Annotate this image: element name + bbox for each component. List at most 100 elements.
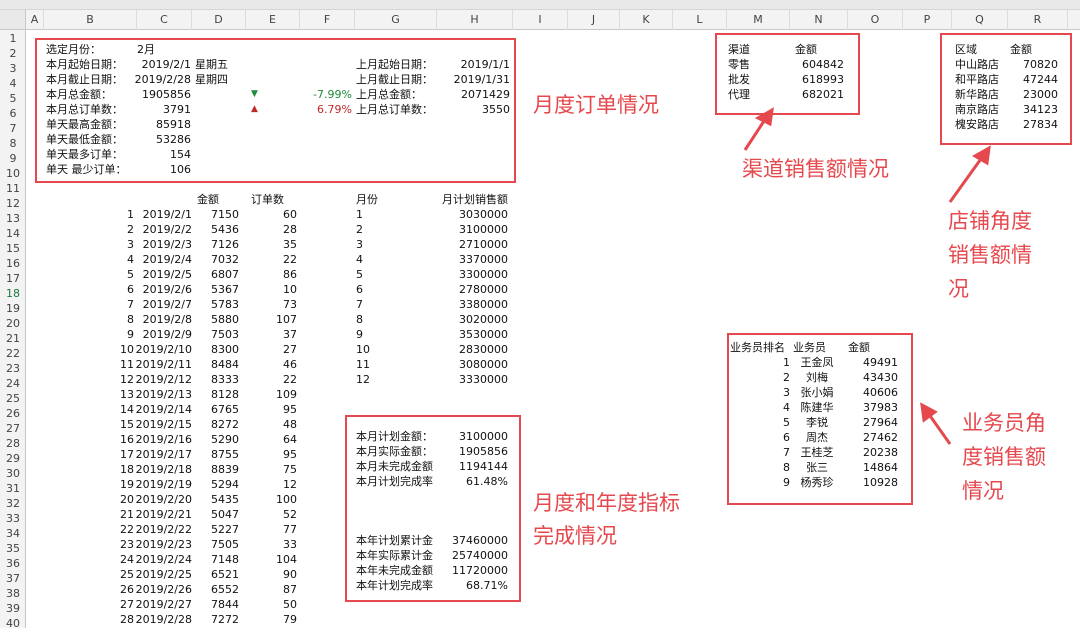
store-amount[interactable]: 23000: [1012, 87, 1058, 102]
end-date[interactable]: 2019/2/28: [125, 72, 191, 87]
daily-orders[interactable]: 48: [250, 417, 297, 432]
plan-month[interactable]: 5: [356, 267, 363, 282]
store-amount[interactable]: 34123: [1012, 102, 1058, 117]
row-header[interactable]: 24: [0, 376, 26, 391]
daily-date[interactable]: 2019/2/26: [134, 582, 192, 597]
daily-orders[interactable]: 27: [250, 342, 297, 357]
row-header[interactable]: 21: [0, 331, 26, 346]
daily-day-number[interactable]: 22: [112, 522, 134, 537]
column-header[interactable]: K: [620, 10, 673, 30]
daily-amount[interactable]: 5880: [192, 312, 239, 327]
daily-orders[interactable]: 64: [250, 432, 297, 447]
prev-start-date[interactable]: 2019/1/1: [440, 57, 510, 72]
row-header[interactable]: 12: [0, 196, 26, 211]
row-header[interactable]: 1: [0, 31, 26, 46]
target-value[interactable]: 11720000: [440, 563, 508, 578]
row-header[interactable]: 5: [0, 91, 26, 106]
plan-target[interactable]: 3330000: [430, 372, 508, 387]
daily-orders[interactable]: 100: [250, 492, 297, 507]
daily-date[interactable]: 2019/2/12: [134, 372, 192, 387]
store-amount[interactable]: 70820: [1012, 57, 1058, 72]
plan-month[interactable]: 2: [356, 222, 363, 237]
plan-month[interactable]: 3: [356, 237, 363, 252]
channel-name[interactable]: 批发: [728, 72, 750, 87]
daily-orders[interactable]: 10: [250, 282, 297, 297]
plan-month[interactable]: 10: [356, 342, 370, 357]
daily-date[interactable]: 2019/2/18: [134, 462, 192, 477]
row-header[interactable]: 28: [0, 436, 26, 451]
sales-amount[interactable]: 40606: [846, 385, 898, 400]
sales-rank[interactable]: 9: [760, 475, 790, 490]
sales-name[interactable]: 王桂芝: [792, 445, 842, 460]
daily-date[interactable]: 2019/2/28: [134, 612, 192, 627]
target-value[interactable]: 68.71%: [440, 578, 508, 593]
row-header[interactable]: 23: [0, 361, 26, 376]
column-header[interactable]: N: [790, 10, 848, 30]
daily-date[interactable]: 2019/2/14: [134, 402, 192, 417]
row-header[interactable]: 34: [0, 526, 26, 541]
orders-change[interactable]: 6.79%: [300, 102, 352, 117]
row-header[interactable]: 14: [0, 226, 26, 241]
prev-amount[interactable]: 2071429: [440, 87, 510, 102]
row-header[interactable]: 16: [0, 256, 26, 271]
row-header[interactable]: 6: [0, 106, 26, 121]
daily-amount[interactable]: 7844: [192, 597, 239, 612]
daily-day-number[interactable]: 3: [112, 237, 134, 252]
sales-rank[interactable]: 1: [760, 355, 790, 370]
row-header[interactable]: 26: [0, 406, 26, 421]
row-header[interactable]: 10: [0, 166, 26, 181]
plan-target[interactable]: 3530000: [430, 327, 508, 342]
daily-orders[interactable]: 95: [250, 402, 297, 417]
store-name[interactable]: 新华路店: [955, 87, 999, 102]
daily-orders[interactable]: 33: [250, 537, 297, 552]
sales-amount[interactable]: 14864: [846, 460, 898, 475]
daily-date[interactable]: 2019/2/27: [134, 597, 192, 612]
daily-day-number[interactable]: 8: [112, 312, 134, 327]
daily-orders[interactable]: 52: [250, 507, 297, 522]
row-header[interactable]: 8: [0, 136, 26, 151]
start-date[interactable]: 2019/2/1: [125, 57, 191, 72]
row-header[interactable]: 25: [0, 391, 26, 406]
column-header[interactable]: A: [26, 10, 44, 30]
plan-target[interactable]: 3300000: [430, 267, 508, 282]
column-header[interactable]: D: [192, 10, 246, 30]
daily-date[interactable]: 2019/2/6: [134, 282, 192, 297]
daily-day-number[interactable]: 20: [112, 492, 134, 507]
daily-orders[interactable]: 104: [250, 552, 297, 567]
sales-rank[interactable]: 8: [760, 460, 790, 475]
store-name[interactable]: 和平路店: [955, 72, 999, 87]
target-value[interactable]: 3100000: [440, 429, 508, 444]
daily-date[interactable]: 2019/2/20: [134, 492, 192, 507]
daily-amount[interactable]: 7150: [192, 207, 239, 222]
sales-rank[interactable]: 2: [760, 370, 790, 385]
daily-day-number[interactable]: 4: [112, 252, 134, 267]
daily-orders[interactable]: 73: [250, 297, 297, 312]
daily-day-number[interactable]: 17: [112, 447, 134, 462]
daily-date[interactable]: 2019/2/22: [134, 522, 192, 537]
plan-month[interactable]: 4: [356, 252, 363, 267]
daily-date[interactable]: 2019/2/15: [134, 417, 192, 432]
daily-amount[interactable]: 8300: [192, 342, 239, 357]
daily-date[interactable]: 2019/2/23: [134, 537, 192, 552]
daily-orders[interactable]: 22: [250, 252, 297, 267]
plan-target[interactable]: 3380000: [430, 297, 508, 312]
row-header[interactable]: 2: [0, 46, 26, 61]
daily-amount[interactable]: 7148: [192, 552, 239, 567]
row-header[interactable]: 15: [0, 241, 26, 256]
channel-name[interactable]: 代理: [728, 87, 750, 102]
daily-date[interactable]: 2019/2/1: [134, 207, 192, 222]
plan-month[interactable]: 12: [356, 372, 370, 387]
daily-day-number[interactable]: 13: [112, 387, 134, 402]
daily-day-number[interactable]: 14: [112, 402, 134, 417]
channel-amount[interactable]: 618993: [790, 72, 844, 87]
daily-date[interactable]: 2019/2/21: [134, 507, 192, 522]
row-header[interactable]: 29: [0, 451, 26, 466]
plan-target[interactable]: 3020000: [430, 312, 508, 327]
row-header[interactable]: 4: [0, 76, 26, 91]
row-header[interactable]: 22: [0, 346, 26, 361]
daily-day-number[interactable]: 27: [112, 597, 134, 612]
daily-orders[interactable]: 90: [250, 567, 297, 582]
daily-date[interactable]: 2019/2/16: [134, 432, 192, 447]
target-value[interactable]: 1905856: [440, 444, 508, 459]
sales-amount[interactable]: 20238: [846, 445, 898, 460]
